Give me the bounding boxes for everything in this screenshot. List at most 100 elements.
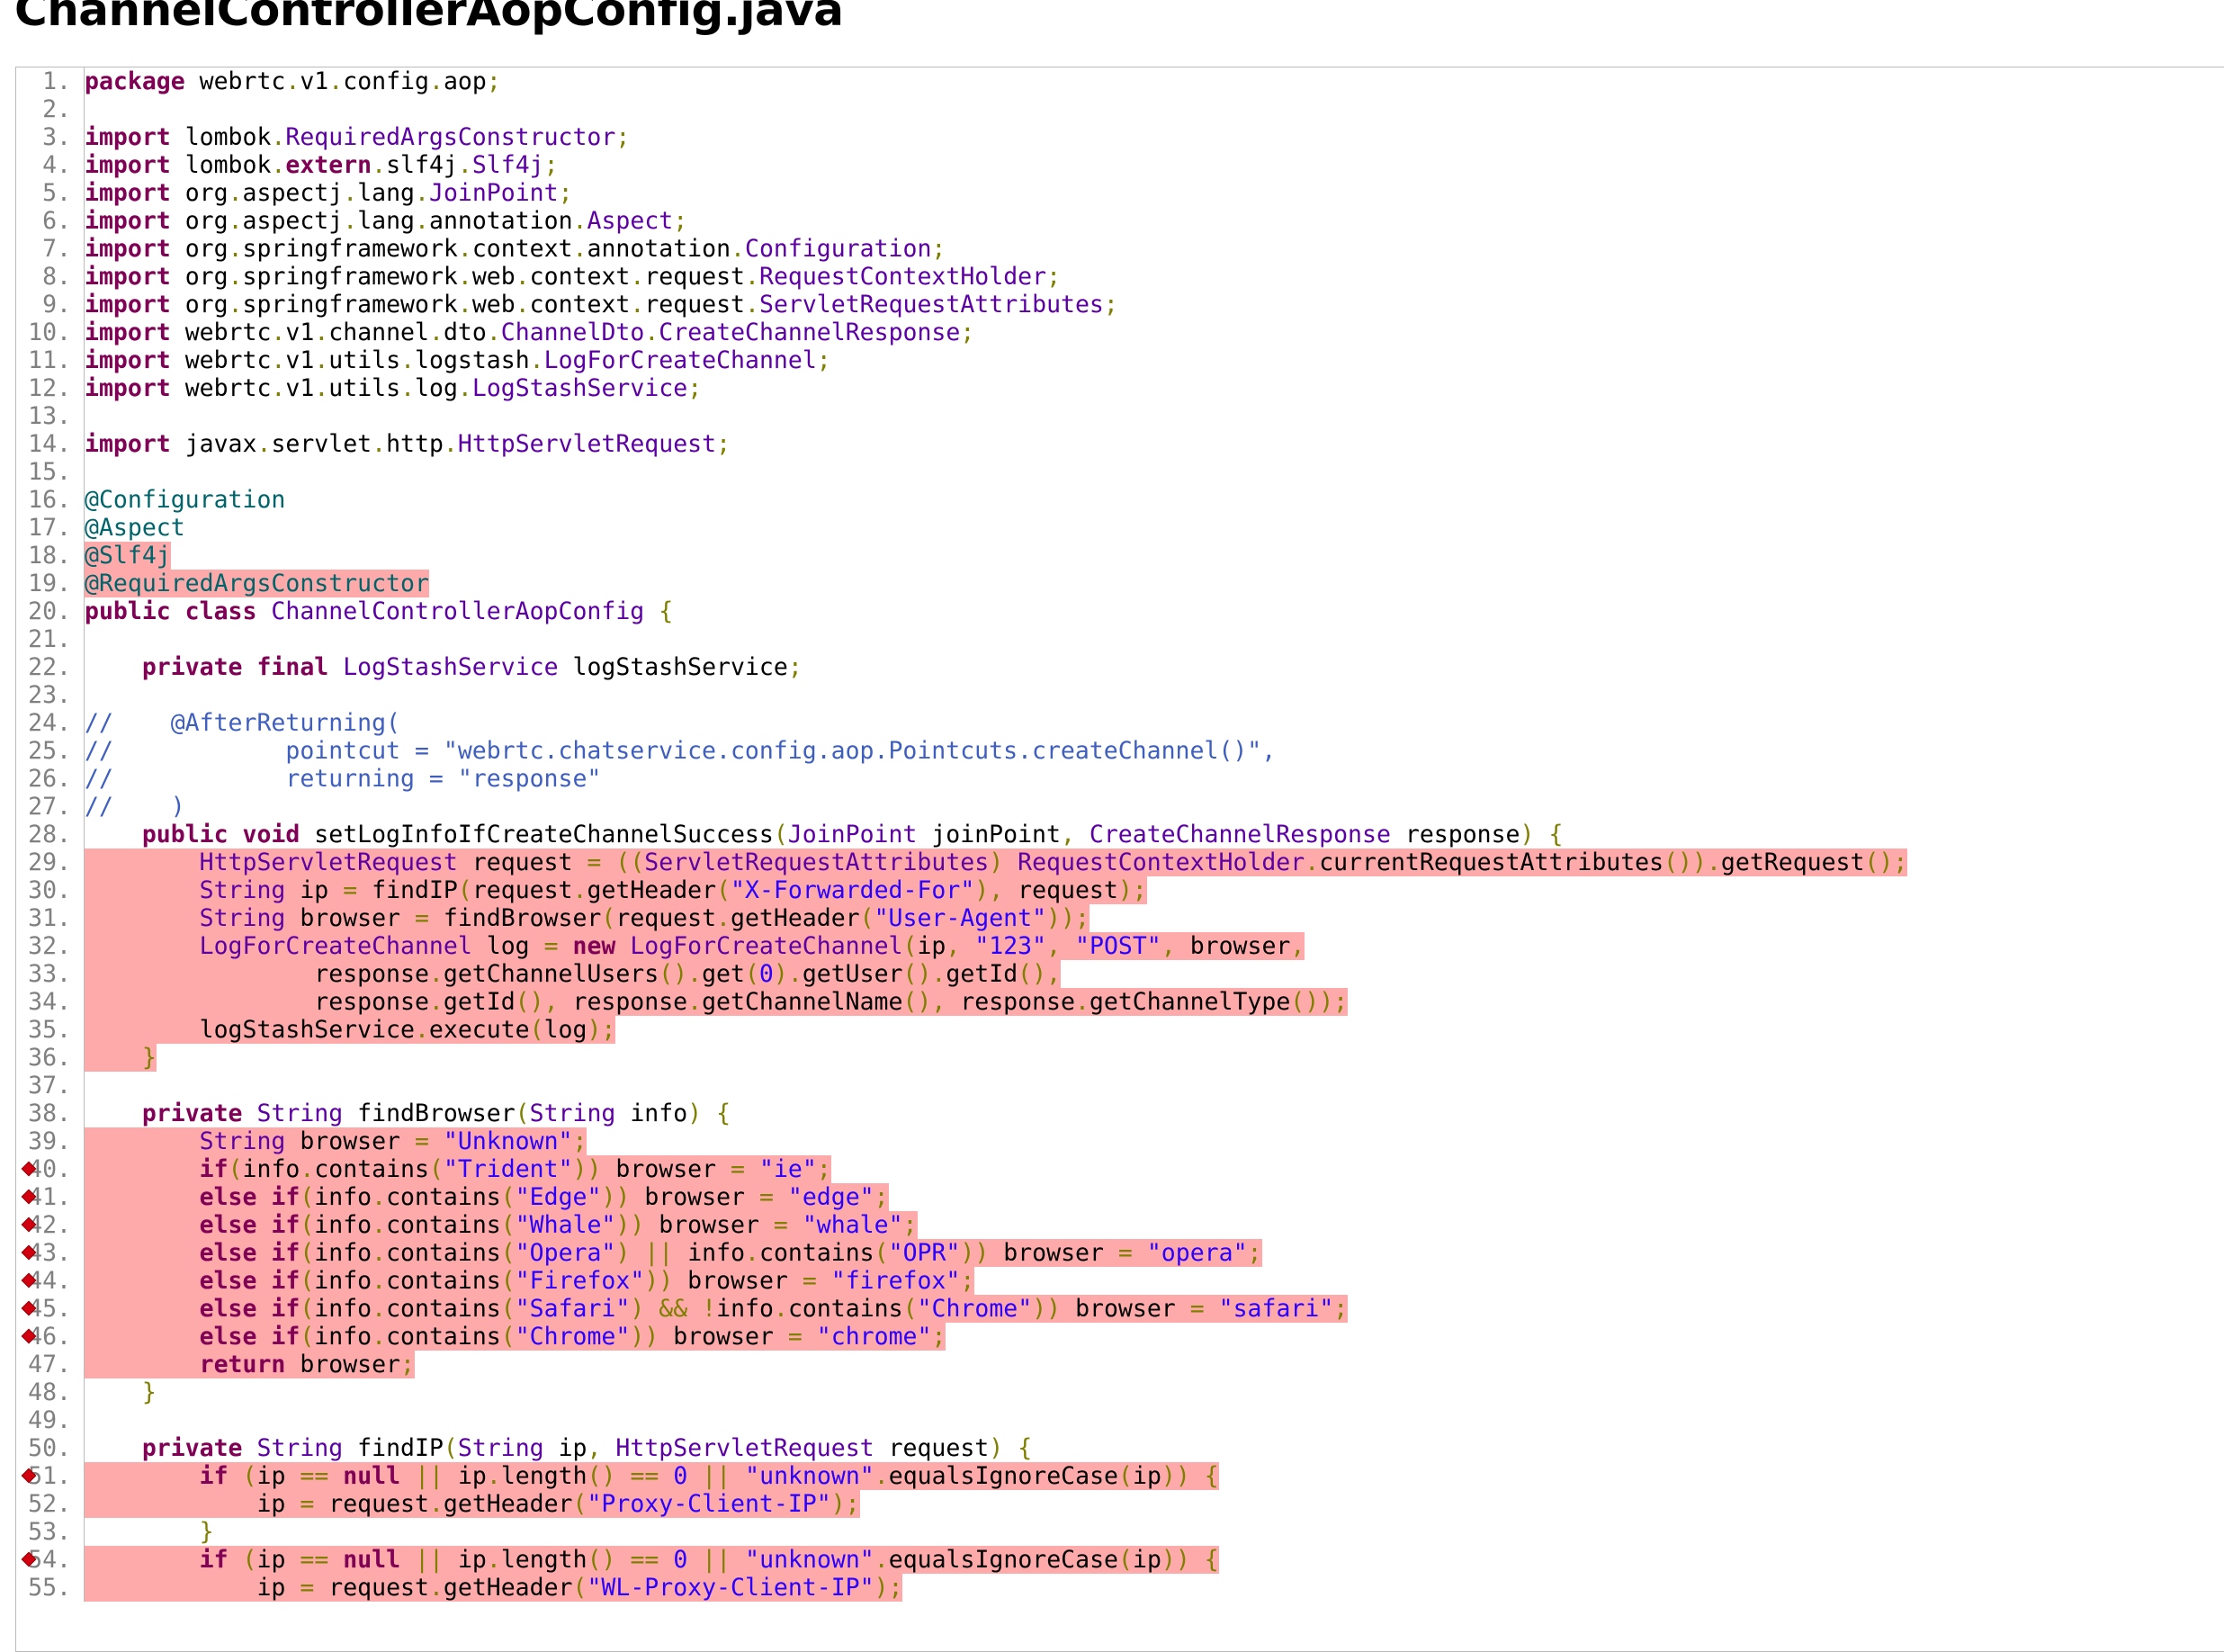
line-code: import org.aspectj.lang.JoinPoint; xyxy=(85,179,573,207)
code-token: "Firefox" xyxy=(515,1267,645,1295)
line-number-label: 19. xyxy=(28,570,71,597)
code-token: aspectj xyxy=(242,179,344,207)
code-token: String xyxy=(199,1127,286,1155)
code-token: . xyxy=(687,988,703,1016)
code-line: 42. else if(info.contains("Whale")) brow… xyxy=(16,1211,1907,1239)
code-token: = xyxy=(787,1323,803,1351)
code-line: 18. @Slf4j xyxy=(16,542,1907,570)
code-line: 10. import webrtc.v1.channel.dto.ChannelD… xyxy=(16,319,1907,346)
code-token: . xyxy=(271,123,286,151)
code-token: ip xyxy=(1132,1546,1161,1574)
code-line: 35. logStashService.execute(log); xyxy=(16,1016,1907,1044)
code-token: ip xyxy=(543,1434,587,1462)
line-code: private String findBrowser(String info) … xyxy=(85,1100,731,1127)
code-token: . xyxy=(428,319,444,346)
code-token: . xyxy=(314,346,329,374)
code-token: webrtc xyxy=(170,319,272,346)
code-token: response xyxy=(1390,821,1520,848)
line-code: } xyxy=(85,1378,157,1406)
code-token: . xyxy=(630,291,645,319)
line-code: response.getChannelUsers().get(0).getUse… xyxy=(85,960,1062,988)
line-number-label: 25. xyxy=(28,737,71,765)
code-token: ; xyxy=(572,1127,587,1155)
line-code: String browser = "Unknown"; xyxy=(85,1127,587,1155)
code-token: // pointcut = "webrtc.chatservice.config… xyxy=(85,737,1277,765)
line-source: import javax.servlet.http.HttpServletReq… xyxy=(85,430,1908,458)
code-token: ( xyxy=(242,1462,257,1490)
code-token: request xyxy=(644,291,746,319)
line-source: import webrtc.v1.utils.log.LogStashServi… xyxy=(85,374,1908,402)
line-number: 22. xyxy=(16,653,85,681)
code-token: ()). xyxy=(1664,848,1721,876)
line-number-label: 13. xyxy=(28,402,71,430)
code-token: info xyxy=(314,1239,372,1267)
code-token: = xyxy=(543,932,559,960)
code-token: aspectj xyxy=(242,207,344,235)
line-code: public void setLogInfoIfCreateChannelSuc… xyxy=(85,821,1564,848)
code-token: RequestContextHolder xyxy=(1018,848,1305,876)
code-line: 41. else if(info.contains("Edge")) brows… xyxy=(16,1183,1907,1211)
line-code: response.getId(), response.getChannelNam… xyxy=(85,988,1349,1016)
code-token: getHeader xyxy=(587,876,717,904)
code-token: channel xyxy=(328,319,429,346)
code-token: . xyxy=(773,1295,788,1323)
code-token: . xyxy=(457,235,472,263)
line-source xyxy=(85,1406,1908,1434)
line-source: logStashService.execute(log); xyxy=(85,1016,1908,1044)
code-token: @Slf4j xyxy=(85,542,171,570)
line-code: else if(info.contains("Whale")) browser … xyxy=(85,1211,918,1239)
code-token: getChannelUsers xyxy=(443,960,659,988)
code-token: } xyxy=(141,1378,157,1406)
code-token: = xyxy=(414,1127,429,1155)
line-source: else if(info.contains("Whale")) browser … xyxy=(85,1211,1908,1239)
code-token: || xyxy=(415,1462,444,1490)
code-token: annotation xyxy=(428,207,573,235)
line-source: HttpServletRequest request = ((ServletRe… xyxy=(85,848,1908,876)
code-token: // returning = "response" xyxy=(85,765,602,793)
line-number-label: 35. xyxy=(28,1016,71,1044)
code-token: || xyxy=(702,1546,731,1574)
code-token: private xyxy=(141,1434,243,1462)
code-token: log xyxy=(415,374,458,402)
line-source: import org.springframework.web.context.r… xyxy=(85,263,1908,291)
code-token: import xyxy=(85,207,171,235)
line-number: 2. xyxy=(16,95,85,123)
line-source: @Configuration xyxy=(85,486,1908,514)
code-token: contains xyxy=(314,1155,429,1183)
line-source: else if(info.contains("Opera") || info.c… xyxy=(85,1239,1908,1267)
code-token: ; xyxy=(931,235,946,263)
code-token: . xyxy=(1305,848,1320,876)
code-token: contains xyxy=(386,1211,501,1239)
code-token: ( xyxy=(500,1267,516,1295)
code-token: )) xyxy=(644,1267,674,1295)
code-token: ChannelDto xyxy=(500,319,645,346)
code-token: ( xyxy=(500,1323,516,1351)
line-code: import lombok.RequiredArgsConstructor; xyxy=(85,123,630,151)
line-code: if(info.contains("Trident")) browser = "… xyxy=(85,1155,831,1183)
line-number: 9. xyxy=(16,291,85,319)
line-number: 50. xyxy=(16,1434,85,1462)
code-token: return xyxy=(199,1351,286,1378)
code-token: import xyxy=(85,179,171,207)
code-token: . xyxy=(271,346,286,374)
code-token: = xyxy=(731,1155,746,1183)
code-token: { xyxy=(659,597,674,625)
code-token: ; xyxy=(816,346,831,374)
line-code: import org.springframework.web.context.r… xyxy=(85,291,1118,319)
code-line: 29. HttpServletRequest request = ((Servl… xyxy=(16,848,1908,876)
line-source: private String findIP(String ip, HttpSer… xyxy=(85,1434,1908,1462)
code-token: Aspect xyxy=(587,207,674,235)
line-number-label: 36. xyxy=(28,1044,71,1072)
code-token: logStashService xyxy=(558,653,788,681)
code-token: contains xyxy=(386,1239,501,1267)
code-token: getUser xyxy=(802,960,903,988)
